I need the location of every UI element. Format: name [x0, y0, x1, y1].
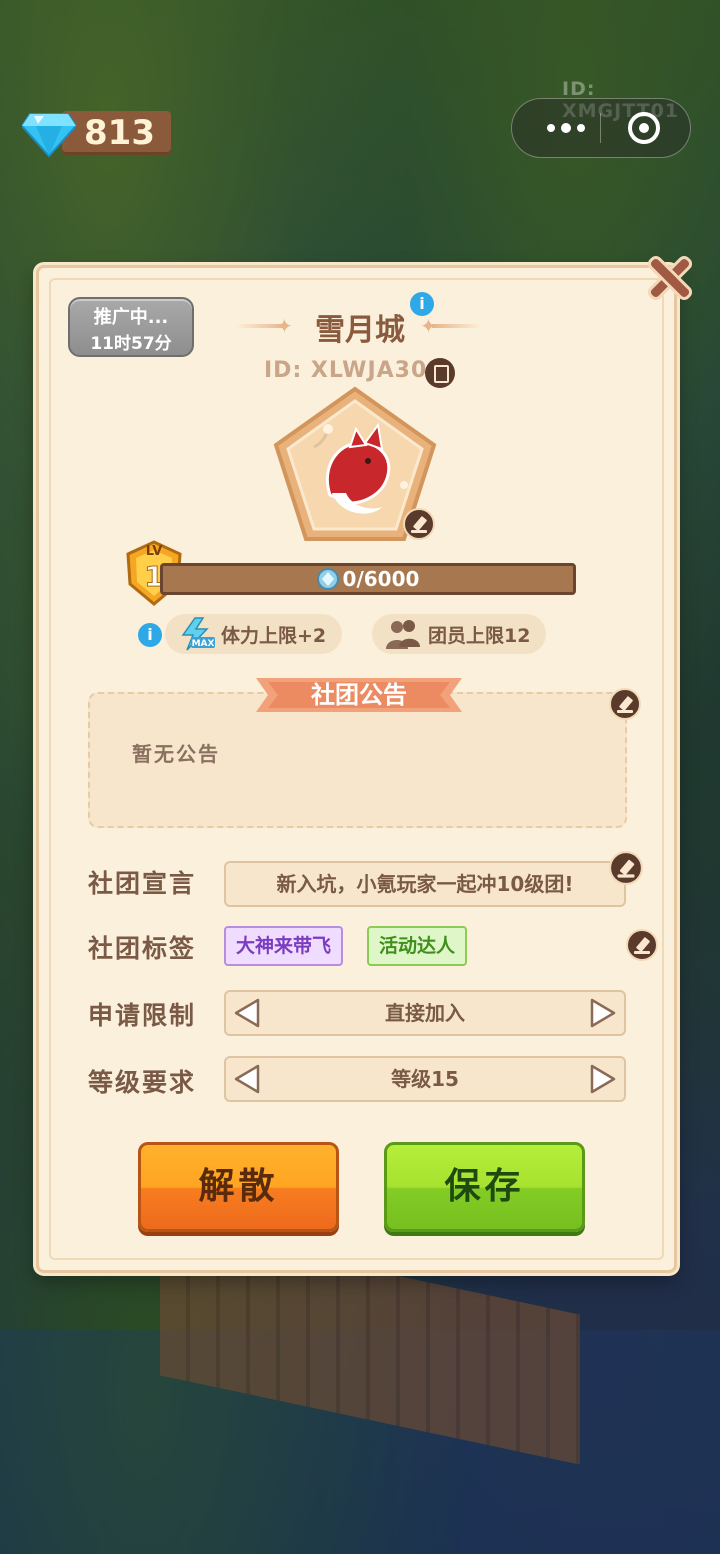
tag-item: 活动达人	[367, 926, 468, 966]
edit-declaration-icon[interactable]	[609, 851, 643, 885]
experience-text: 0/6000	[342, 567, 420, 591]
experience-bar: 0/6000	[160, 563, 576, 595]
gem-counter[interactable]: 813	[22, 108, 171, 158]
disband-button[interactable]: 解散	[138, 1142, 339, 1232]
exp-gem-icon	[316, 568, 339, 590]
club-id: ID: XLWJA301	[264, 358, 444, 383]
apply-limit-label: 申请限制	[88, 1001, 197, 1030]
arrow-right-icon[interactable]	[586, 1063, 618, 1095]
level-requirement-label: 等级要求	[88, 1068, 197, 1097]
more-dots-icon[interactable]	[532, 99, 600, 157]
members-icon	[386, 620, 420, 649]
perk-stamina-label: 体力上限+2	[221, 624, 327, 647]
perk-members: 团员上限12	[372, 614, 547, 654]
tag-item: 大神来带飞	[224, 926, 344, 966]
mini-program-capsule	[511, 98, 691, 158]
arrow-left-icon[interactable]	[232, 1063, 264, 1095]
edit-emblem-icon[interactable]	[403, 508, 435, 540]
save-button[interactable]: 保存	[384, 1142, 585, 1232]
diamond-icon	[22, 113, 76, 158]
info-icon[interactable]: i	[410, 292, 434, 316]
capsule-divider	[600, 113, 601, 143]
declaration-field[interactable]: 新入坑，小氪玩家一起冲10级团!	[224, 861, 626, 907]
arrow-right-icon[interactable]	[586, 997, 618, 1029]
notice-title: 社团公告	[311, 681, 407, 709]
experience-text-row: 0/6000	[163, 566, 573, 592]
edit-tags-icon[interactable]	[626, 929, 658, 961]
close-icon[interactable]	[640, 248, 700, 308]
perk-info-icon[interactable]: i	[138, 623, 162, 647]
declaration-label: 社团宣言	[88, 869, 197, 898]
tags-label: 社团标签	[88, 934, 197, 963]
level-requirement-value: 等级15	[391, 1067, 459, 1091]
perk-stamina: MAX 体力上限+2	[165, 614, 343, 654]
level-label: LV	[146, 544, 163, 559]
copy-icon[interactable]	[425, 358, 455, 388]
svg-text:MAX: MAX	[192, 639, 215, 649]
apply-limit-selector: 直接加入	[224, 990, 626, 1036]
close-target-icon[interactable]	[628, 112, 660, 144]
apply-limit-value: 直接加入	[385, 1001, 465, 1025]
edit-notice-icon[interactable]	[609, 688, 641, 720]
title-decoration-right	[432, 324, 482, 328]
arrow-left-icon[interactable]	[232, 997, 264, 1029]
level-requirement-selector: 等级15	[224, 1056, 626, 1102]
club-name: 雪月城	[315, 313, 405, 348]
gem-count: 813	[62, 111, 171, 155]
notice-content: 暂无公告	[132, 742, 220, 766]
perk-members-label: 团员上限12	[428, 624, 531, 647]
lightning-max-icon: MAX	[181, 617, 215, 651]
